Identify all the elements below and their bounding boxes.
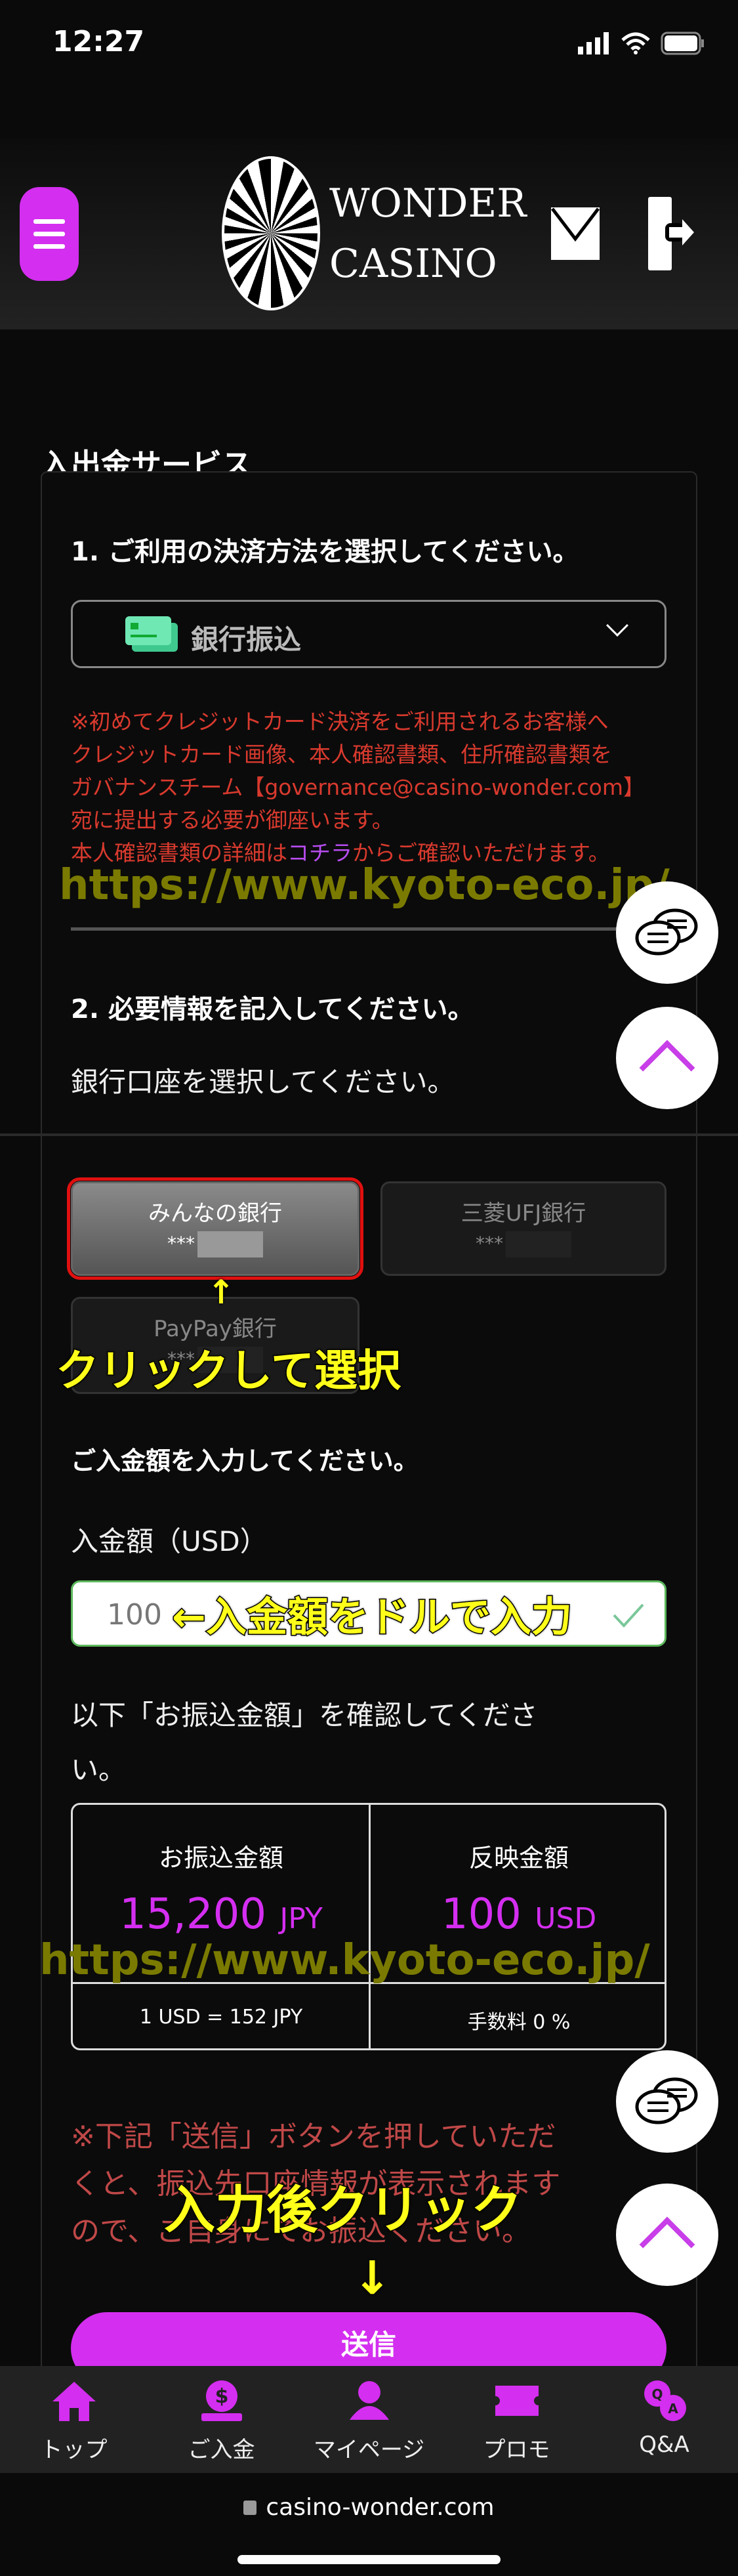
mail-icon[interactable] (551, 205, 601, 261)
amount-input-value: 100 (107, 1598, 162, 1632)
deposit-icon: $ (201, 2380, 242, 2421)
transfer-label: お振込金額 (158, 1844, 283, 1872)
watermark: https://www.kyoto-eco.jp/ (39, 1936, 650, 1985)
check-icon (613, 1603, 644, 1628)
watermark: https://www.kyoto-eco.jp/ (59, 861, 670, 910)
ticket-icon (495, 2386, 539, 2416)
nav-promo[interactable]: プロモ (443, 2366, 590, 2473)
step1-heading: 1. ご利用の決済方法を選択してください。 (71, 537, 579, 567)
chevron-up-icon (639, 1040, 695, 1096)
menu-button[interactable] (20, 187, 79, 281)
bank-option-mufg[interactable]: 三菱UFJ銀行 *** (380, 1181, 666, 1276)
logo-mark (222, 156, 320, 310)
home-indicator[interactable] (237, 2555, 501, 2564)
chevron-down-icon (606, 614, 628, 637)
confirm-text: 以下「お振込金額」を確認してくださ い。 (71, 1699, 538, 1786)
nav-mypage[interactable]: マイページ (295, 2366, 443, 2473)
scroll-top-button[interactable] (616, 1007, 718, 1109)
url-text: casino-wonder.com (266, 2494, 495, 2521)
logo-text-1: WONDER (329, 180, 527, 226)
credit-card-notice: ※初めてクレジットカード決済をご利用されるお客様へ クレジットカード画像、本人確認… (71, 709, 646, 866)
svg-text:A: A (668, 2401, 678, 2417)
amount-prompt: ご入金額を入力してください。 (71, 1446, 419, 1475)
nav-top[interactable]: トップ (0, 2366, 148, 2473)
transfer-amount: 15,200 JPY (119, 1890, 323, 1939)
credit-label: 反映金額 (468, 1844, 569, 1872)
chat-button[interactable] (616, 881, 718, 984)
logo-text-2: CASINO (329, 240, 497, 287)
logout-icon[interactable] (647, 196, 695, 272)
logo[interactable]: WONDER CASINO (222, 156, 526, 310)
nav-qa[interactable]: Q A Q&A (590, 2366, 738, 2473)
battery-icon (661, 32, 704, 55)
bank-option-minna[interactable]: みんなの銀行 *** (67, 1177, 363, 1280)
fee: 手数料 0 % (467, 2011, 571, 2034)
credit-amount: 100 USD (441, 1890, 597, 1939)
menu-icon (33, 219, 65, 224)
annotation-submit-hint: 入力後クリック (163, 2180, 523, 2241)
payment-method-select[interactable]: 銀行振込 (71, 600, 666, 668)
svg-text:$: $ (215, 2385, 228, 2408)
bottom-nav: トップ $ ご入金 マイページ プロモ Q A Q&A (0, 2366, 738, 2473)
annotation-arrow-up: ↑ (207, 1273, 235, 1311)
signal-icon (578, 32, 609, 54)
lock-icon (243, 2501, 257, 2515)
step2-heading: 2. 必要情報を記入してください。 (71, 994, 474, 1024)
browser-url-bar[interactable]: casino-wonder.com (0, 2494, 738, 2521)
payment-method-value: 銀行振込 (191, 623, 302, 656)
bank-prompt: 銀行口座を選択してください。 (71, 1066, 455, 1098)
divider (0, 1133, 738, 1136)
bank-card-icon (125, 616, 178, 652)
chat-icon (635, 908, 698, 956)
divider (71, 927, 635, 931)
annotation-amount-hint: ←入金額をドルで入力 (171, 1592, 573, 1642)
exchange-rate: 1 USD = 152 JPY (139, 2006, 303, 2029)
annotation-select-hint: クリックして選択 (54, 1345, 401, 1397)
status-time: 12:27 (52, 25, 145, 58)
annotation-arrow-down: ↓ (353, 2251, 392, 2305)
qa-icon: QA (644, 2380, 686, 2421)
amount-summary-table: お振込金額 15,200 JPY 1 USD = 152 JPY 反映金額 10… (71, 1803, 666, 2050)
wifi-icon (621, 32, 650, 54)
home-icon (52, 2382, 96, 2421)
amount-label: 入金額（USD） (71, 1525, 268, 1557)
svg-text:Q: Q (651, 2386, 663, 2402)
nav-deposit[interactable]: $ ご入金 (148, 2366, 295, 2473)
status-icons (578, 32, 705, 55)
user-icon (349, 2381, 389, 2420)
